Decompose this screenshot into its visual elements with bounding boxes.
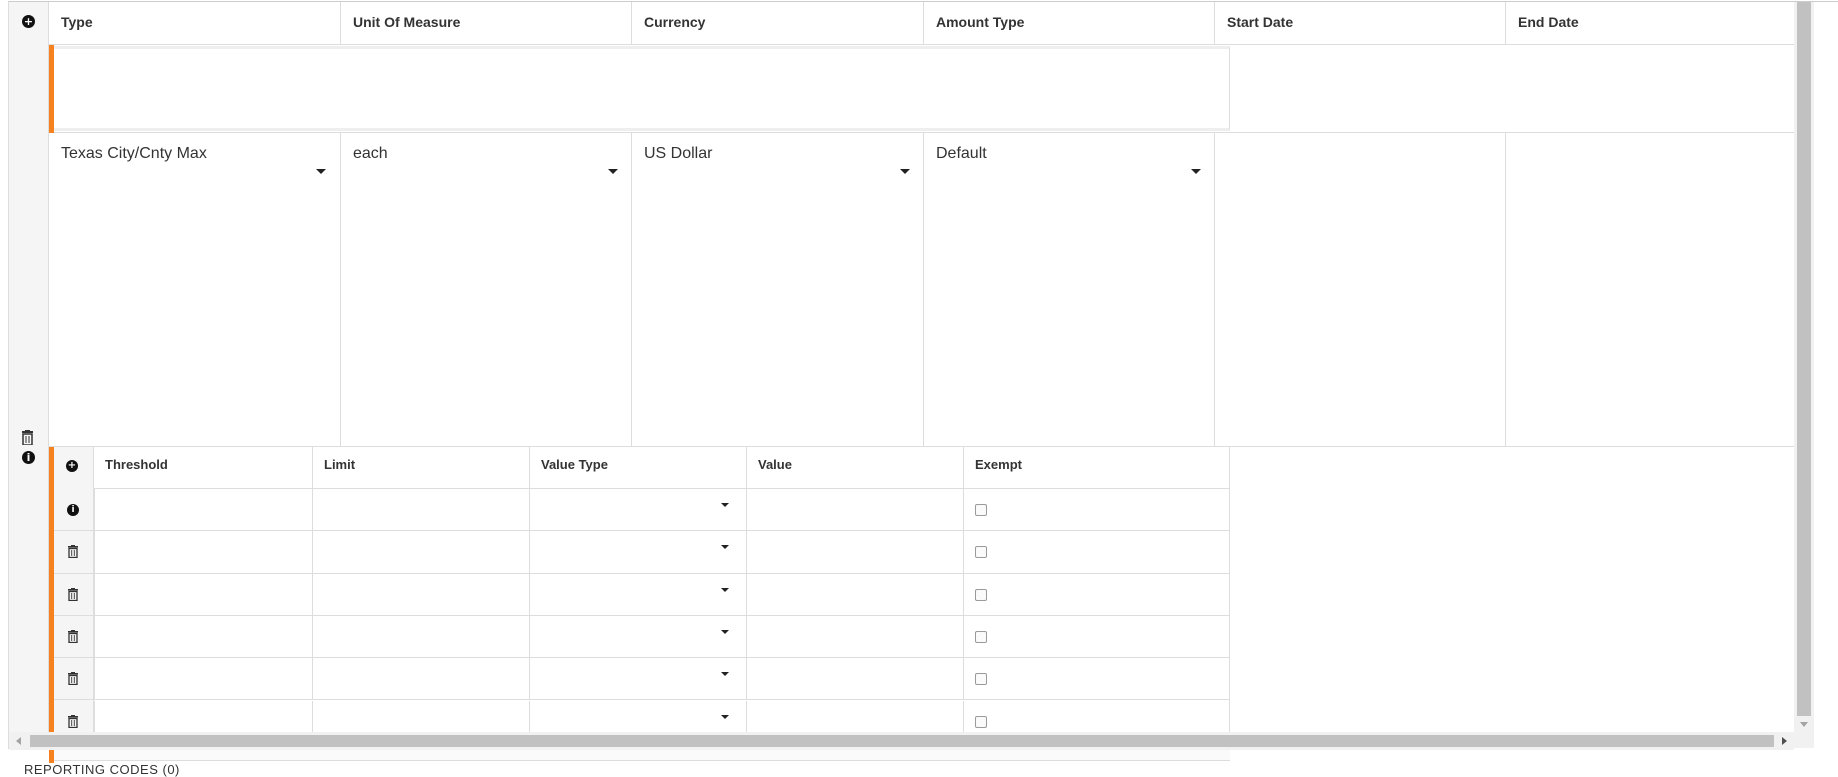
amount-type-value: Default	[936, 145, 987, 162]
nested-limit-cell[interactable]	[312, 658, 529, 701]
reporting-codes-section-label[interactable]: REPORTING CODES (0)	[24, 762, 180, 777]
chevron-down-icon[interactable]	[1191, 169, 1201, 174]
nested-value-cell[interactable]	[746, 658, 963, 701]
scroll-down-arrow-icon[interactable]	[1800, 722, 1808, 727]
horizontal-scrollbar[interactable]	[9, 732, 1794, 750]
horizontal-scrollbar-thumb[interactable]	[30, 735, 1774, 747]
exempt-checkbox[interactable]	[975, 546, 987, 559]
exempt-checkbox[interactable]	[975, 673, 987, 686]
info-icon[interactable]: i	[22, 451, 35, 464]
column-header-amount-type[interactable]: Amount Type	[923, 2, 1214, 45]
trash-icon[interactable]	[68, 714, 78, 728]
trash-icon[interactable]	[68, 587, 78, 601]
chevron-down-icon[interactable]	[316, 169, 326, 174]
nested-threshold-cell[interactable]	[94, 573, 312, 616]
chevron-down-icon[interactable]	[721, 545, 729, 550]
nested-value-type-cell[interactable]	[529, 573, 746, 616]
nested-value-cell[interactable]	[746, 573, 963, 616]
nested-value-cell[interactable]	[746, 489, 963, 532]
nested-exempt-cell[interactable]	[963, 531, 1230, 574]
chevron-down-icon[interactable]	[721, 503, 729, 507]
scroll-right-arrow-icon[interactable]	[1782, 737, 1787, 745]
nested-exempt-cell[interactable]	[963, 573, 1230, 616]
nested-threshold-cell[interactable]	[94, 658, 312, 701]
nested-threshold-cell[interactable]	[94, 615, 312, 659]
currency-cell[interactable]: US Dollar	[631, 133, 923, 447]
nested-value-type-cell[interactable]	[529, 531, 746, 574]
nested-column-header-value[interactable]: Value	[746, 447, 963, 489]
nested-exempt-cell[interactable]	[963, 615, 1230, 659]
info-icon[interactable]: i	[67, 504, 79, 516]
nested-limit-cell[interactable]	[312, 615, 529, 659]
nested-exempt-cell[interactable]	[963, 489, 1230, 532]
nested-value-cell[interactable]	[746, 615, 963, 659]
chevron-down-icon[interactable]	[608, 169, 618, 174]
nested-limit-cell[interactable]	[312, 531, 529, 574]
currency-value: US Dollar	[644, 145, 713, 162]
exempt-checkbox[interactable]	[975, 504, 987, 516]
exempt-checkbox[interactable]	[975, 588, 987, 601]
chevron-down-icon[interactable]	[721, 714, 729, 719]
column-header-unit-of-measure[interactable]: Unit Of Measure	[340, 2, 631, 45]
end-date-value	[1506, 133, 1518, 145]
nested-value-type-cell[interactable]	[529, 489, 746, 532]
scroll-left-arrow-icon[interactable]	[16, 737, 21, 745]
nested-exempt-cell[interactable]	[963, 658, 1230, 701]
vertical-scrollbar[interactable]	[1794, 2, 1814, 748]
unit-of-measure-cell[interactable]: each	[340, 133, 631, 447]
nested-limit-cell[interactable]	[312, 573, 529, 616]
unit-of-measure-value: each	[353, 145, 388, 162]
type-value: Texas City/Cnty Max	[61, 145, 207, 162]
detail-panel-previous	[54, 46, 1230, 131]
trash-icon[interactable]	[68, 672, 78, 686]
vertical-scrollbar-thumb[interactable]	[1797, 2, 1811, 716]
add-row-icon[interactable]: +	[22, 15, 35, 28]
column-header-type[interactable]: Type	[49, 2, 340, 45]
nested-column-header-exempt[interactable]: Exempt	[963, 447, 1230, 489]
chevron-down-icon[interactable]	[721, 629, 729, 634]
nested-value-cell[interactable]	[746, 531, 963, 574]
exempt-checkbox[interactable]	[975, 630, 987, 643]
nested-add-row-icon[interactable]: +	[66, 460, 78, 472]
start-date-cell[interactable]	[1214, 133, 1505, 447]
nested-threshold-cell[interactable]	[94, 489, 312, 532]
chevron-down-icon[interactable]	[721, 587, 729, 592]
trash-icon[interactable]	[22, 430, 33, 446]
type-cell[interactable]: Texas City/Cnty Max	[49, 133, 340, 447]
row-gutter	[9, 2, 49, 748]
amount-type-cell[interactable]: Default	[923, 133, 1214, 447]
trash-icon[interactable]	[68, 545, 78, 559]
column-header-currency[interactable]: Currency	[631, 2, 923, 45]
nested-column-header-limit[interactable]: Limit	[312, 447, 529, 489]
nested-limit-cell[interactable]	[312, 489, 529, 532]
nested-threshold-cell[interactable]	[94, 531, 312, 574]
nested-column-header-value-type[interactable]: Value Type	[529, 447, 746, 489]
nested-value-type-cell[interactable]	[529, 658, 746, 701]
start-date-value	[1215, 133, 1227, 145]
column-header-start-date[interactable]: Start Date	[1214, 2, 1505, 45]
trash-icon[interactable]	[68, 629, 78, 644]
nested-column-header-threshold[interactable]: Threshold	[94, 447, 312, 489]
column-header-end-date[interactable]: End Date	[1505, 2, 1794, 45]
nested-value-type-cell[interactable]	[529, 615, 746, 659]
chevron-down-icon[interactable]	[721, 672, 729, 677]
chevron-down-icon[interactable]	[900, 169, 910, 174]
end-date-cell[interactable]	[1505, 133, 1794, 447]
exempt-checkbox[interactable]	[975, 715, 987, 728]
